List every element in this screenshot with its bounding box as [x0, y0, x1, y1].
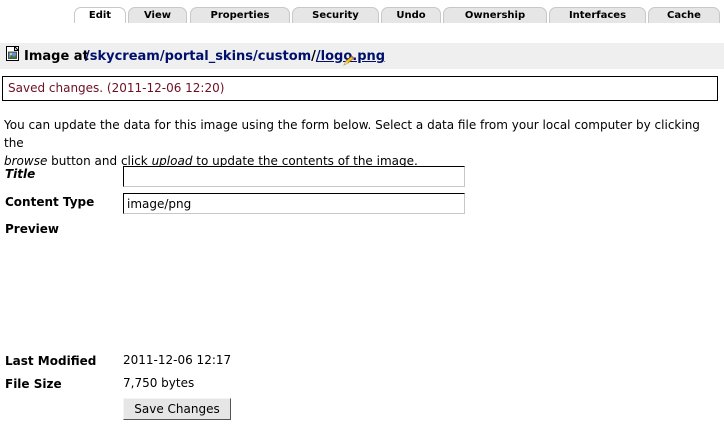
tab-ownership[interactable]: Ownership [443, 7, 547, 23]
tab-view[interactable]: View [128, 7, 187, 23]
breadcrumb-skycream[interactable]: /skycream [85, 49, 160, 64]
tab-edit[interactable]: Edit [74, 7, 126, 23]
header-label: Image at [24, 49, 89, 64]
last-modified-value: 2011-12-06 12:17 [123, 353, 232, 367]
title-input[interactable] [123, 166, 465, 187]
tab-security[interactable]: Security [292, 7, 379, 23]
intro-browse: browse [4, 154, 48, 168]
last-modified-label: Last Modified [5, 354, 97, 368]
preview-label: Preview [5, 222, 60, 236]
save-changes-button[interactable]: Save Changes [123, 398, 231, 420]
file-size-label: File Size [5, 377, 62, 391]
file-size-value: 7,750 bytes [123, 376, 195, 390]
breadcrumb: /skycream/portal_skins/custom//logo.png [85, 49, 385, 64]
content-type-label: Content Type [5, 195, 95, 209]
tab-interfaces[interactable]: Interfaces [549, 7, 646, 23]
object-header: Image at /skycream/portal_skins/custom//… [0, 43, 724, 69]
pencil-icon[interactable] [343, 56, 355, 66]
intro-line: You can update the data for this image u… [4, 118, 700, 150]
breadcrumb-custom[interactable]: /custom [253, 49, 311, 64]
status-message: Saved changes. (2011-12-06 12:20) [2, 76, 718, 101]
title-label: Title [5, 167, 36, 181]
tab-bar: Edit View Properties Security Undo Owner… [0, 0, 724, 24]
tab-cache[interactable]: Cache [648, 7, 720, 23]
tab-properties[interactable]: Properties [190, 7, 290, 23]
intro-text: You can update the data for this image u… [4, 116, 720, 170]
image-file-icon [6, 46, 19, 61]
breadcrumb-portal-skins[interactable]: /portal_skins [160, 49, 253, 64]
content-type-input[interactable] [123, 193, 465, 214]
tab-undo[interactable]: Undo [381, 7, 441, 23]
